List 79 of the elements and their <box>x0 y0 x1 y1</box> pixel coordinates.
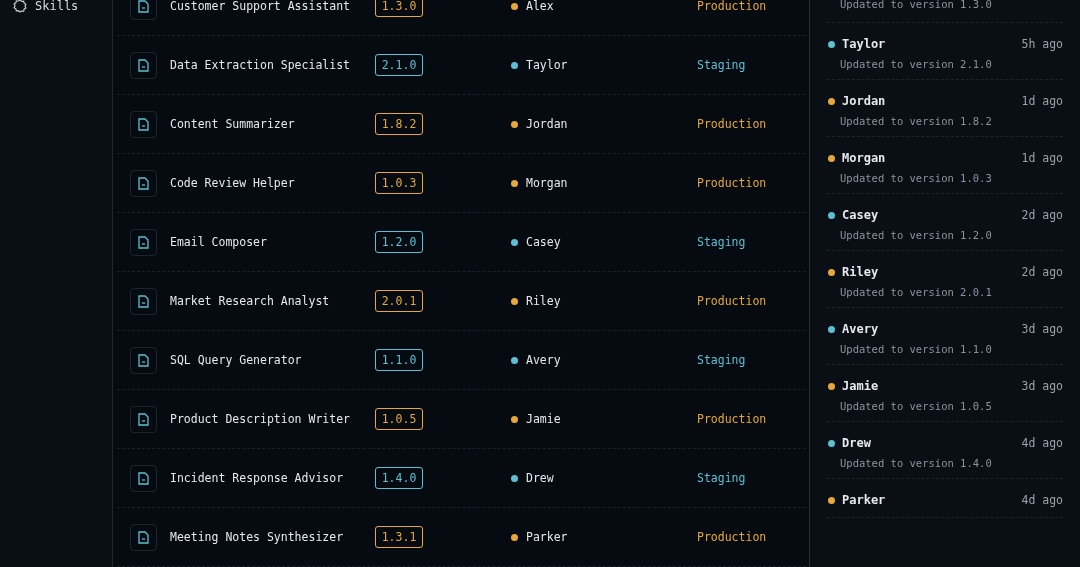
owner-name: Jordan <box>526 117 568 131</box>
activity-user: Drew <box>842 436 872 450</box>
stage-label: Production <box>697 294 767 308</box>
stage-label: Staging <box>697 235 746 249</box>
version-badge: 2.1.0 <box>375 54 423 76</box>
document-icon <box>138 471 149 485</box>
document-icon <box>138 353 149 367</box>
version-badge: 1.1.0 <box>375 349 423 371</box>
document-icon <box>138 412 149 426</box>
skill-name: Product Description Writer <box>170 412 351 426</box>
activity-user: Jamie <box>842 379 880 393</box>
document-icon <box>138 58 149 72</box>
skill-name: Incident Response Advisor <box>170 471 345 485</box>
skill-name: Market Research Analyst <box>170 294 331 308</box>
version-badge: 1.0.5 <box>375 408 423 430</box>
owner-name: Riley <box>526 294 561 308</box>
activity-detail: Updated to version 1.0.3 <box>839 172 993 184</box>
activity-detail: Updated to version 1.0.5 <box>839 400 993 412</box>
owner-name: Casey <box>526 235 561 249</box>
activity-time: 5h ago <box>1021 37 1063 51</box>
stage-label: Production <box>697 530 767 544</box>
version-badge: 1.3.1 <box>375 526 423 548</box>
owner-name: Parker <box>526 530 568 544</box>
owner-name: Drew <box>526 471 554 485</box>
activity-time: 1d ago <box>1021 94 1063 108</box>
owner-name: Alex <box>526 0 554 13</box>
activity-time: 3d ago <box>1021 379 1063 393</box>
activity-user: Morgan <box>842 151 887 165</box>
version-badge: 1.4.0 <box>375 467 423 489</box>
skill-name: Data Extraction Specialist <box>170 58 351 72</box>
document-icon <box>138 294 149 308</box>
activity-time: 4d ago <box>1021 436 1063 450</box>
version-badge: 1.0.3 <box>375 172 423 194</box>
document-icon <box>138 530 149 544</box>
activity-time: 1d ago <box>1021 151 1063 165</box>
version-badge: 1.3.0 <box>375 0 423 17</box>
activity-user: Jordan <box>842 94 887 108</box>
badge-icon <box>13 0 27 13</box>
skill-name: SQL Query Generator <box>170 353 303 367</box>
stage-label: Staging <box>697 58 746 72</box>
activity-detail: Updated to version 2.1.0 <box>839 58 993 70</box>
document-icon <box>138 235 149 249</box>
version-badge: 1.8.2 <box>375 113 423 135</box>
activity-detail: Updated to version 2.0.1 <box>839 286 993 298</box>
sidebar-item[interactable]: Skills <box>8 0 104 15</box>
activity-user: Parker <box>842 493 887 507</box>
activity-detail: Updated to version 1.8.2 <box>839 115 993 127</box>
activity-detail: Updated to version 1.2.0 <box>839 229 993 241</box>
stage-label: Production <box>697 176 767 190</box>
skill-name: Customer Support Assistant <box>170 0 351 13</box>
stage-label: Production <box>697 117 767 131</box>
activity-detail: Updated to version 1.3.0 <box>839 0 993 10</box>
skill-name: Code Review Helper <box>170 176 296 190</box>
stage-label: Staging <box>697 471 746 485</box>
document-icon <box>138 117 149 131</box>
activity-time: 2d ago <box>1021 265 1063 279</box>
activity-detail: Updated to version 1.1.0 <box>839 343 993 355</box>
activity-time: 3d ago <box>1021 322 1063 336</box>
stage-label: Production <box>697 0 767 13</box>
document-icon <box>138 0 149 13</box>
version-badge: 1.2.0 <box>375 231 423 253</box>
activity-user: Avery <box>842 322 880 336</box>
version-badge: 2.0.1 <box>375 290 423 312</box>
skill-name: Email Composer <box>170 235 268 249</box>
owner-name: Morgan <box>526 176 568 190</box>
activity-time: 2d ago <box>1021 208 1063 222</box>
activity-detail: Updated to version 1.4.0 <box>839 457 993 469</box>
stage-label: Staging <box>697 353 746 367</box>
activity-time: 4d ago <box>1021 493 1063 507</box>
skill-name: Meeting Notes Synthesizer <box>170 530 345 544</box>
activity-user: Casey <box>842 208 880 222</box>
owner-name: Avery <box>526 353 561 367</box>
owner-name: Taylor <box>526 58 568 72</box>
document-icon <box>138 176 149 190</box>
activity-user: Riley <box>842 265 880 279</box>
activity-user: Taylor <box>842 37 887 51</box>
skill-name: Content Summarizer <box>170 117 296 131</box>
owner-name: Jamie <box>526 412 561 426</box>
stage-label: Production <box>697 412 767 426</box>
